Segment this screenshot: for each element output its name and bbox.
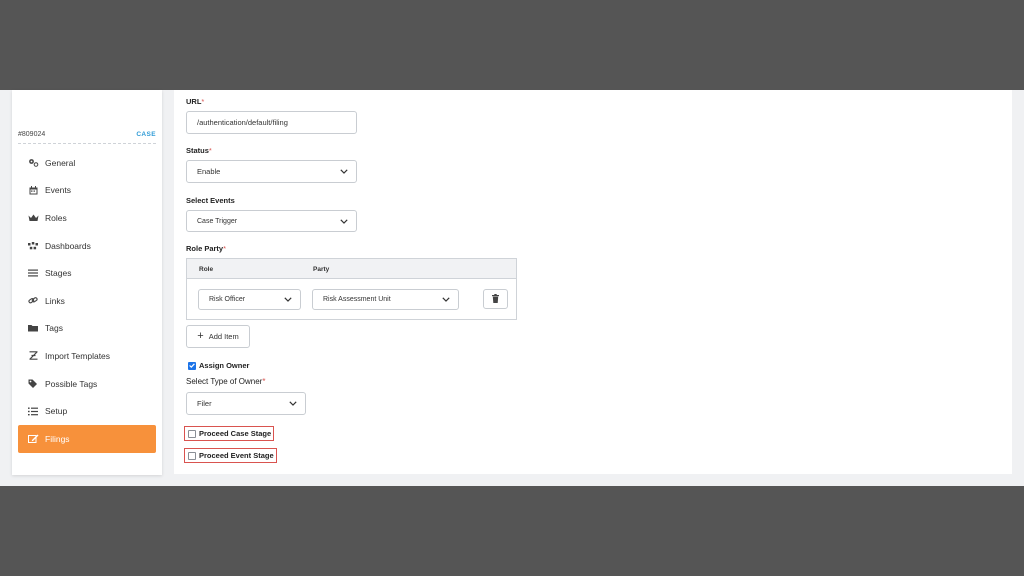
- role-party-table: Role Party Risk Officer Risk Assessment …: [186, 258, 517, 320]
- plus-icon: +: [197, 330, 204, 342]
- list-icon: [27, 269, 39, 277]
- assign-owner-checkbox[interactable]: [188, 361, 196, 370]
- chevron-down-icon: [289, 401, 297, 406]
- sidebar-item-label: Links: [45, 295, 65, 306]
- add-item-button[interactable]: + Add Item: [186, 325, 250, 348]
- calendar-icon: [27, 185, 39, 195]
- proceed-event-stage-checkbox[interactable]: [188, 451, 196, 460]
- party-select[interactable]: Risk Assessment Unit: [312, 289, 459, 310]
- sidebar-item-label: Events: [45, 185, 71, 196]
- role-party-label: Role Party*: [186, 244, 227, 253]
- sidebar-item-events[interactable]: Events: [18, 177, 156, 205]
- record-id: #809024: [18, 130, 46, 138]
- url-input-value: /authentication/default/filing: [197, 118, 288, 127]
- owner-type-value: Filer: [197, 399, 212, 408]
- sidebar-item-possible-tags[interactable]: Possible Tags: [18, 370, 156, 398]
- party-column-header: Party: [313, 266, 330, 273]
- edit-icon: [27, 434, 39, 444]
- import-icon: [27, 351, 39, 361]
- filing-form: URL* /authentication/default/filing Stat…: [174, 90, 1012, 474]
- role-party-table-header: Role Party: [187, 259, 516, 279]
- sidebar-item-label: Import Templates: [45, 350, 111, 361]
- proceed-event-stage-label: Proceed Event Stage: [199, 451, 274, 460]
- assign-owner-label: Assign Owner: [199, 361, 250, 370]
- sidebar-item-import-templates[interactable]: Import Templates: [18, 342, 156, 370]
- owner-type-select[interactable]: Filer: [186, 392, 306, 415]
- select-events-label: Select Events: [186, 196, 235, 205]
- proceed-case-stage-checkbox[interactable]: [188, 429, 196, 438]
- select-events-dropdown[interactable]: Case Trigger: [186, 210, 357, 232]
- trash-icon: [492, 290, 499, 308]
- chevron-down-icon: [442, 297, 450, 302]
- role-select-value: Risk Officer: [209, 296, 246, 303]
- delete-row-button[interactable]: [483, 289, 508, 309]
- sidebar-item-label: Stages: [45, 268, 72, 279]
- tags-icon: [27, 379, 39, 389]
- role-select[interactable]: Risk Officer: [198, 289, 301, 310]
- sidebar-item-roles[interactable]: Roles: [18, 204, 156, 232]
- sidebar-item-stages[interactable]: Stages: [18, 259, 156, 287]
- link-icon: [27, 296, 39, 305]
- sidebar-item-label: General: [45, 157, 76, 168]
- sidebar-item-label: Roles: [45, 212, 67, 223]
- status-label: Status*: [186, 146, 212, 155]
- sidebar-item-label: Possible Tags: [45, 378, 98, 389]
- record-type-badge: CASE: [136, 130, 156, 138]
- dashboard-icon: [27, 241, 39, 250]
- url-input[interactable]: /authentication/default/filing: [186, 111, 357, 134]
- role-column-header: Role: [199, 266, 214, 273]
- sidebar-item-label: Filings: [45, 433, 70, 444]
- sidebar-item-dashboards[interactable]: Dashboards: [18, 232, 156, 260]
- folder-icon: [27, 324, 39, 332]
- proceed-case-stage-label: Proceed Case Stage: [199, 429, 272, 438]
- sidebar-item-label: Setup: [45, 406, 68, 417]
- status-select[interactable]: Enable: [186, 160, 357, 183]
- assign-owner-checkbox-row[interactable]: Assign Owner: [188, 361, 249, 370]
- sidebar: #809024 CASE General Events Roles Dashbo…: [12, 90, 162, 475]
- sidebar-item-setup[interactable]: Setup: [18, 397, 156, 425]
- sidebar-item-general[interactable]: General: [18, 149, 156, 177]
- owner-type-label: Select Type of Owner*: [186, 377, 266, 386]
- party-select-value: Risk Assessment Unit: [323, 296, 391, 303]
- chevron-down-icon: [284, 297, 292, 302]
- sidebar-item-filings[interactable]: Filings: [18, 424, 156, 453]
- app-window: #809024 CASE General Events Roles Dashbo…: [0, 90, 1024, 486]
- gears-icon: [27, 158, 39, 168]
- sidebar-header: #809024 CASE: [18, 125, 156, 144]
- crown-icon: [27, 214, 39, 222]
- proceed-event-stage-row[interactable]: Proceed Event Stage: [184, 448, 277, 463]
- chevron-down-icon: [340, 218, 348, 224]
- select-events-value: Case Trigger: [197, 217, 238, 225]
- chevron-down-icon: [340, 169, 348, 174]
- sidebar-item-label: Dashboards: [45, 240, 91, 251]
- add-item-label: Add Item: [208, 332, 239, 341]
- sidebar-item-label: Tags: [45, 323, 63, 334]
- sidebar-item-tags[interactable]: Tags: [18, 315, 156, 343]
- proceed-case-stage-row[interactable]: Proceed Case Stage: [184, 426, 275, 441]
- sidebar-item-links[interactable]: Links: [18, 287, 156, 315]
- status-select-value: Enable: [197, 167, 221, 176]
- sidebar-nav: General Events Roles Dashboards Stages L…: [18, 149, 156, 453]
- url-label: URL*: [186, 97, 205, 106]
- list-ordered-icon: [27, 407, 39, 416]
